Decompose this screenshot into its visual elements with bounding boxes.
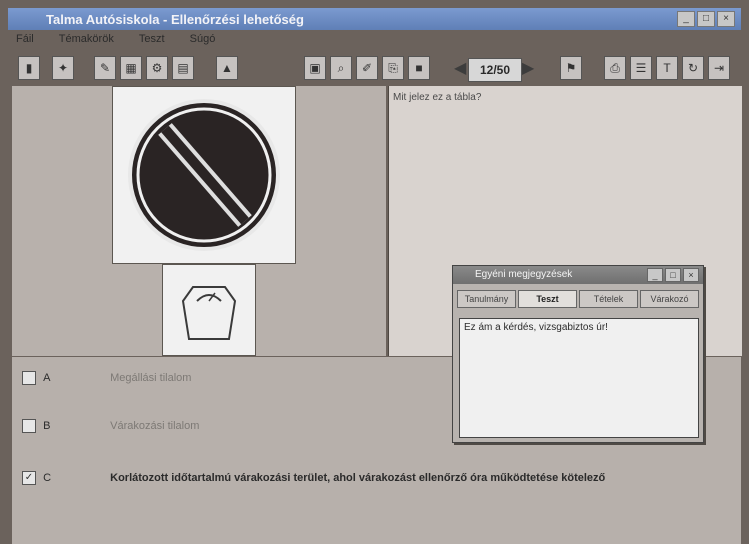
notes-title: Egyéni megjegyzések: [475, 269, 573, 280]
notes-tabs: Tanulmány Teszt Tételek Várakozó: [457, 290, 699, 308]
answer-c-label: C: [43, 471, 52, 484]
exit-icon[interactable]: ⇥: [708, 56, 730, 80]
answer-a-text: Megállási tilalom: [110, 371, 192, 384]
notes-controls: _ □ ×: [647, 268, 699, 282]
page-icon[interactable]: ▣: [304, 56, 326, 80]
parking-meter-image: [162, 264, 256, 356]
toolbar: ▮ ✦ ✎ ▦ ⚙ ▤ ▲ ▣ ⌕ ✐ ⎘ ■ ⚑ ⎙ ☰ T ↻ ⇥: [8, 54, 741, 86]
text-icon[interactable]: T: [656, 56, 678, 80]
question-counter: 12/50: [468, 58, 522, 82]
prev-arrow-icon[interactable]: ◀: [454, 58, 466, 80]
answer-a-label: A: [43, 371, 51, 384]
refresh-icon[interactable]: ↻: [682, 56, 704, 80]
notes-minimize-button[interactable]: _: [647, 268, 663, 282]
menu-help[interactable]: Súgó: [190, 33, 216, 45]
next-arrow-icon[interactable]: ▶: [522, 58, 534, 80]
window-controls: _ □ ×: [677, 11, 735, 27]
tab-items[interactable]: Tételek: [579, 290, 638, 308]
grid-icon[interactable]: ▦: [120, 56, 142, 80]
window-title: Talma Autósiskola - Ellenőrzési lehetősé…: [46, 12, 304, 27]
tab-test[interactable]: Teszt: [518, 290, 577, 308]
answer-c-text: Korlátozott időtartalmú várakozási terül…: [110, 471, 606, 484]
answer-a-checkbox[interactable]: [22, 371, 36, 385]
close-button[interactable]: ×: [717, 11, 735, 27]
menu-test[interactable]: Teszt: [139, 33, 165, 45]
answer-b[interactable]: B Várakozási tilalom: [22, 419, 199, 433]
copy-icon[interactable]: ⎘: [382, 56, 404, 80]
menu-bar: Fáil Témakörök Teszt Súgó: [8, 33, 741, 51]
menu-file[interactable]: Fáil: [16, 33, 34, 45]
road-sign-image: [112, 86, 296, 264]
answer-c[interactable]: ✓ C Korlátozott időtartalmú várakozási t…: [22, 471, 605, 485]
zoom-icon[interactable]: ⌕: [330, 56, 352, 80]
notes-content: Ez ám a kérdés, vizsgabiztos úr!: [464, 322, 608, 333]
answer-a[interactable]: A Megállási tilalom: [22, 371, 191, 385]
notes-close-button[interactable]: ×: [683, 268, 699, 282]
answer-c-checkbox[interactable]: ✓: [22, 471, 36, 485]
book-icon[interactable]: ▮: [18, 56, 40, 80]
tab-study[interactable]: Tanulmány: [457, 290, 516, 308]
title-bar: Talma Autósiskola - Ellenőrzési lehetősé…: [8, 8, 741, 30]
answer-b-label: B: [43, 419, 51, 432]
app-window: Talma Autósiskola - Ellenőrzési lehetősé…: [0, 0, 749, 544]
tools-icon[interactable]: ✦: [52, 56, 74, 80]
edit-icon[interactable]: ✎: [94, 56, 116, 80]
notes-window: Egyéni megjegyzések _ □ × Tanulmány Tesz…: [452, 265, 704, 443]
lock-icon[interactable]: ▲: [216, 56, 238, 80]
chart-icon[interactable]: ▤: [172, 56, 194, 80]
pencil-icon[interactable]: ✐: [356, 56, 378, 80]
answer-b-checkbox[interactable]: [22, 419, 36, 433]
tab-waiting[interactable]: Várakozó: [640, 290, 699, 308]
answer-b-text: Várakozási tilalom: [110, 419, 200, 432]
notes-maximize-button[interactable]: □: [665, 268, 681, 282]
notes-textarea[interactable]: Ez ám a kérdés, vizsgabiztos úr!: [459, 318, 699, 438]
image-panel: [12, 86, 386, 356]
notes-title-bar: Egyéni megjegyzések _ □ ×: [453, 266, 703, 284]
maximize-button[interactable]: □: [697, 11, 715, 27]
save-icon[interactable]: ■: [408, 56, 430, 80]
menu-topics[interactable]: Témakörök: [59, 33, 114, 45]
minimize-button[interactable]: _: [677, 11, 695, 27]
print-icon[interactable]: ⎙: [604, 56, 626, 80]
question-text: Mit jelez ez a tábla?: [393, 92, 482, 103]
list-icon[interactable]: ☰: [630, 56, 652, 80]
flag-icon[interactable]: ⚑: [560, 56, 582, 80]
settings-icon[interactable]: ⚙: [146, 56, 168, 80]
